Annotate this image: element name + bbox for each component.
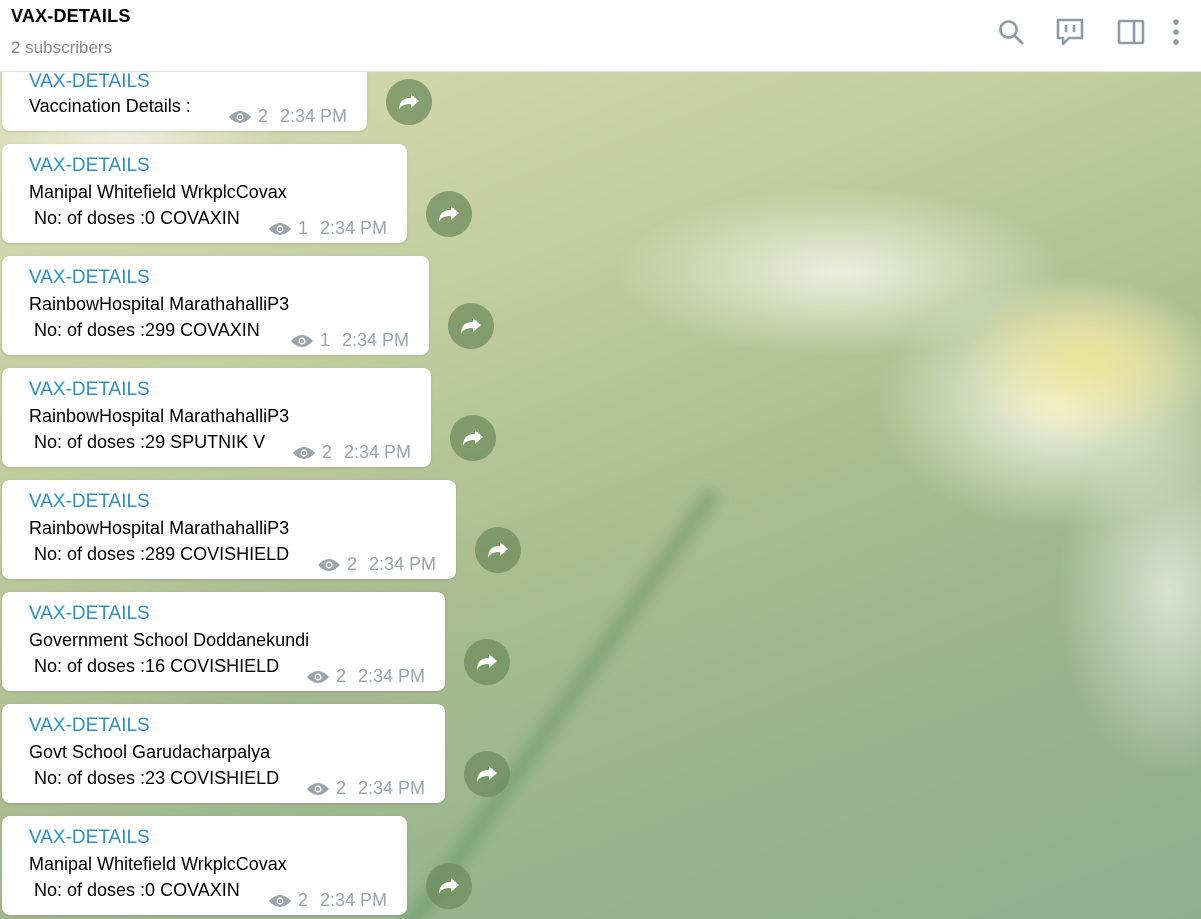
forward-button[interactable] <box>386 79 432 125</box>
forward-button[interactable] <box>426 863 472 909</box>
message-sender[interactable]: VAX-DETAILS <box>29 72 150 93</box>
forward-button[interactable] <box>475 527 521 573</box>
discuss-icon[interactable] <box>1054 16 1086 48</box>
views-eye-icon <box>306 670 330 684</box>
message-text-line: No: of doses :0 COVAXIN <box>29 208 240 228</box>
channel-header[interactable]: VAX-DETAILS 2 subscribers <box>0 0 1201 72</box>
message-text-line: RainbowHospital MarathahalliP3 <box>29 518 290 538</box>
forward-arrow-icon <box>461 318 481 334</box>
channel-title[interactable]: VAX-DETAILS <box>11 6 131 27</box>
forward-button[interactable] <box>464 751 510 797</box>
forward-button[interactable] <box>464 639 510 685</box>
views-eye-icon <box>268 894 292 908</box>
message-sender[interactable]: VAX-DETAILS <box>29 267 150 289</box>
view-count: 2 <box>347 554 358 574</box>
message-meta: 2 2:34 PM <box>317 554 436 575</box>
message-text-line: RainbowHospital MarathahalliP3 <box>29 406 290 426</box>
forward-button[interactable] <box>426 191 472 237</box>
view-count: 2 <box>258 106 269 126</box>
view-count: 2 <box>336 778 347 798</box>
message-text-line: No: of doses :16 COVISHIELD <box>29 656 280 676</box>
message-time: 2:34 PM <box>320 218 388 238</box>
message-text-line: Vaccination Details : <box>29 96 191 116</box>
message-meta: 1 2:34 PM <box>290 330 409 351</box>
more-vertical-icon[interactable] <box>1166 16 1186 48</box>
views-eye-icon <box>228 110 252 124</box>
forward-arrow-icon <box>439 878 459 894</box>
view-count: 2 <box>298 890 309 910</box>
view-count: 2 <box>336 666 347 686</box>
sidebar-toggle-icon[interactable] <box>1115 16 1147 48</box>
message-time: 2:34 PM <box>320 890 388 910</box>
message-text-line: Manipal Whitefield WrkplcCovax <box>29 854 287 874</box>
message-sender[interactable]: VAX-DETAILS <box>29 379 150 401</box>
message-bubble[interactable]: VAX-DETAILS Vaccination Details : 2 2:34… <box>2 72 367 131</box>
message-text-line: No: of doses :0 COVAXIN <box>29 880 240 900</box>
message-bubble[interactable]: VAX-DETAILS RainbowHospital Marathahalli… <box>2 256 429 355</box>
message-meta: 2 2:34 PM <box>306 666 425 687</box>
message-sender[interactable]: VAX-DETAILS <box>29 155 150 177</box>
message-bubble[interactable]: VAX-DETAILS Govt School Garudacharpalya … <box>2 704 445 803</box>
views-eye-icon <box>317 558 341 572</box>
message-time: 2:34 PM <box>344 442 412 462</box>
message-text-line: No: of doses :23 COVISHIELD <box>29 768 280 788</box>
forward-button[interactable] <box>448 303 494 349</box>
message-time: 2:34 PM <box>358 778 426 798</box>
message-meta: 2 2:34 PM <box>268 890 387 911</box>
message-text-line: Government School Doddanekundi <box>29 630 310 650</box>
view-count: 2 <box>322 442 333 462</box>
message-meta: 2 2:34 PM <box>228 106 347 127</box>
views-eye-icon <box>292 446 316 460</box>
message-bubble[interactable]: VAX-DETAILS RainbowHospital Marathahalli… <box>2 480 456 579</box>
forward-arrow-icon <box>439 206 459 222</box>
message-meta: 1 2:34 PM <box>268 218 387 239</box>
view-count: 1 <box>298 218 309 238</box>
message-text-line: RainbowHospital MarathahalliP3 <box>29 294 290 314</box>
subscriber-count: 2 subscribers <box>11 38 113 57</box>
forward-arrow-icon <box>477 766 497 782</box>
forward-button[interactable] <box>450 415 496 461</box>
message-text-line: Govt School Garudacharpalya <box>29 742 271 762</box>
message-time: 2:34 PM <box>358 666 426 686</box>
message-sender[interactable]: VAX-DETAILS <box>29 603 150 625</box>
chat-history[interactable]: VAX-DETAILS Vaccination Details : 2 2:34… <box>0 72 1201 919</box>
forward-arrow-icon <box>488 542 508 558</box>
message-time: 2:34 PM <box>280 106 348 126</box>
forward-arrow-icon <box>399 94 419 110</box>
message-meta: 2 2:34 PM <box>292 442 411 463</box>
message-bubble[interactable]: VAX-DETAILS Manipal Whitefield WrkplcCov… <box>2 144 407 243</box>
forward-arrow-icon <box>463 430 483 446</box>
search-icon[interactable] <box>995 16 1027 48</box>
views-eye-icon <box>290 334 314 348</box>
telegram-channel-window: VAX-DETAILS 2 subscribers VAX-DETAILS Va… <box>0 0 1201 919</box>
message-sender[interactable]: VAX-DETAILS <box>29 715 150 737</box>
message-sender[interactable]: VAX-DETAILS <box>29 491 150 513</box>
message-meta: 2 2:34 PM <box>306 778 425 799</box>
message-time: 2:34 PM <box>342 330 410 350</box>
message-sender[interactable]: VAX-DETAILS <box>29 827 150 849</box>
views-eye-icon <box>306 782 330 796</box>
message-text-line: No: of doses :29 SPUTNIK V <box>29 432 266 452</box>
views-eye-icon <box>268 222 292 236</box>
message-text-line: No: of doses :299 COVAXIN <box>29 320 260 340</box>
forward-arrow-icon <box>477 654 497 670</box>
message-bubble[interactable]: VAX-DETAILS Government School Doddanekun… <box>2 592 445 691</box>
message-bubble[interactable]: VAX-DETAILS Manipal Whitefield WrkplcCov… <box>2 816 407 915</box>
message-time: 2:34 PM <box>369 554 437 574</box>
message-text-line: Manipal Whitefield WrkplcCovax <box>29 182 287 202</box>
view-count: 1 <box>320 330 331 350</box>
message-bubble[interactable]: VAX-DETAILS RainbowHospital Marathahalli… <box>2 368 431 467</box>
message-text-line: No: of doses :289 COVISHIELD <box>29 544 290 564</box>
